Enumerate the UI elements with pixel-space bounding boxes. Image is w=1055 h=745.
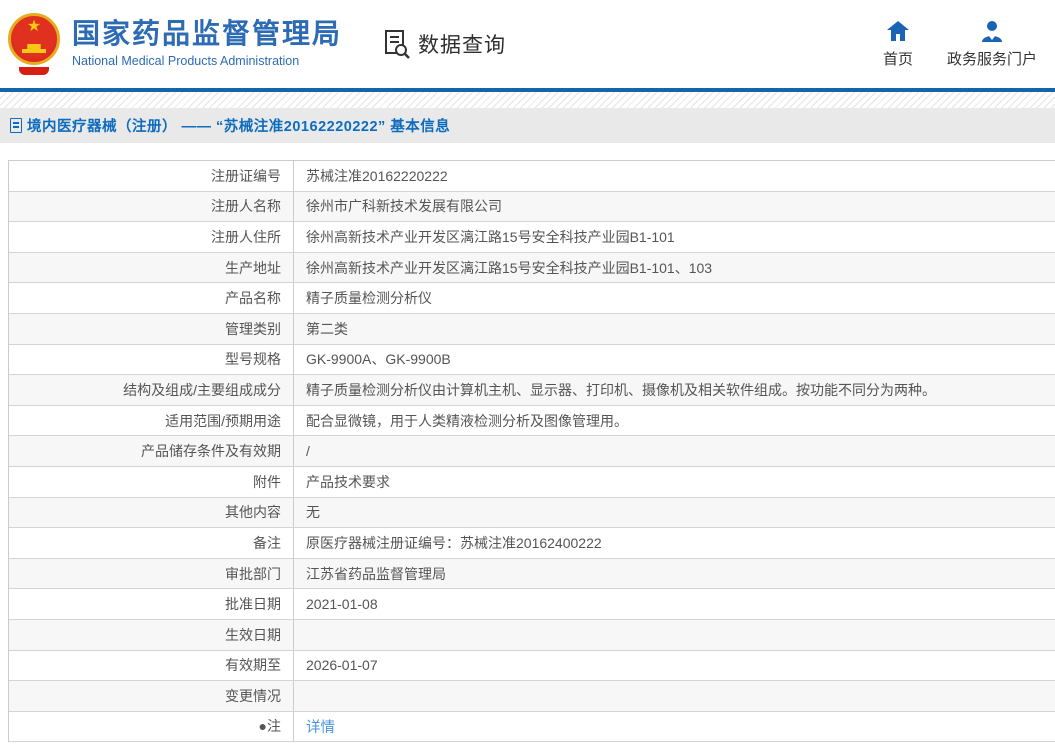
row-value: 2021-01-08 — [306, 596, 378, 613]
row-label: 审批部门 — [9, 558, 294, 589]
detail-link[interactable]: 详情 — [306, 716, 335, 737]
row-value: 原医疗器械注册证编号：苏械注准20162400222 — [306, 534, 602, 551]
breadcrumb: 境内医疗器械（注册） —— “苏械注准20162220222” 基本信息 — [0, 108, 1055, 143]
row-label: 附件 — [9, 466, 294, 497]
table-row: 附件 产品技术要求 — [9, 466, 1055, 498]
row-value — [294, 620, 1055, 650]
row-value: 精子质量检测分析仪由计算机主机、显示器、打印机、摄像机及相关软件组成。按功能不同… — [306, 381, 936, 398]
table-row: 注册人名称 徐州市广科新技术发展有限公司 — [9, 191, 1055, 223]
table-row: 批准日期 2021-01-08 — [9, 589, 1055, 620]
row-label: 有效期至 — [9, 650, 294, 681]
table-row: 管理类别 第二类 — [9, 313, 1055, 345]
row-label: 型号规格 — [9, 344, 294, 375]
nav-gov-portal-label: 政务服务门户 — [946, 50, 1037, 68]
doc-search-icon — [385, 30, 410, 59]
table-row: 其他内容无 — [9, 497, 1055, 529]
table-row: 变更情况 — [9, 681, 1055, 712]
row-label: ●注 — [9, 711, 294, 742]
row-value: 徐州高新技术产业开发区漓江路15号安全科技产业园B1-101、103 — [306, 259, 713, 276]
row-label: 结构及组成/主要组成成分 — [9, 375, 294, 405]
table-row: 审批部门 江苏省药品监督管理局 — [9, 558, 1055, 590]
table-row: 结构及组成/主要组成成分 精子质量检测分析仪由计算机主机、显示器、打印机、摄像机及… — [9, 375, 1055, 406]
row-value: 苏械注准20162220222 — [306, 167, 448, 184]
site-brand: 国家药品监督管理局 National Medical Products Admi… — [72, 18, 342, 70]
site-title-en: National Medical Products Administration — [72, 54, 300, 68]
row-label: 生产地址 — [9, 252, 294, 283]
top-navigation: 首页 政务服务门户 — [883, 20, 1037, 69]
row-value: 详情 — [294, 712, 1055, 742]
row-value: GK-9900A、GK-9900B — [306, 351, 451, 368]
row-label: 管理类别 — [9, 313, 294, 344]
table-row: 备注 原医疗器械注册证编号：苏械注准20162400222 — [9, 528, 1055, 559]
table-row: 注册证编号 苏械注准20162220222 — [9, 161, 1055, 192]
table-row: 产品名称 精子质量检测分析仪 — [9, 283, 1055, 314]
site-header: ★ 国家药品监督管理局 National Medical Products Ad… — [0, 0, 1055, 88]
row-value: 徐州市广科新技术发展有限公司 — [306, 198, 502, 215]
table-row: 生产地址 徐州高新技术产业开发区漓江路15号安全科技产业园B1-101、103 — [9, 252, 1055, 284]
row-value: 产品技术要求 — [306, 473, 390, 490]
row-value: / — [306, 443, 310, 460]
row-label: 产品储存条件及有效期 — [9, 436, 294, 466]
row-label: 注册证编号 — [9, 161, 294, 191]
row-label: 注册人名称 — [9, 191, 294, 222]
row-label: 注册人住所 — [9, 222, 294, 252]
registration-info-table: 注册证编号 苏械注准20162220222 注册人名称 徐州市广科新技术发展有限公司… — [8, 160, 1055, 743]
row-value: 2026-01-07 — [306, 657, 378, 674]
row-label: 批准日期 — [9, 589, 294, 619]
row-value: 精子质量检测分析仪 — [306, 290, 432, 307]
row-label: 备注 — [9, 528, 294, 558]
row-label: 产品名称 — [9, 283, 294, 313]
table-row: ●注 详情 — [9, 711, 1055, 743]
row-label: 生效日期 — [9, 619, 294, 650]
nav-gov-portal[interactable]: 政务服务门户 — [947, 20, 1037, 69]
table-row: 有效期至 2026-01-07 — [9, 650, 1055, 682]
row-label: 适用范围/预期用途 — [9, 405, 294, 436]
table-row: 产品储存条件及有效期 / — [9, 436, 1055, 467]
row-value: 徐州高新技术产业开发区漓江路15号安全科技产业园B1-101 — [306, 228, 675, 245]
data-query-label: 数据查询 — [418, 34, 507, 57]
site-title-cn: 国家药品监督管理局 — [72, 18, 343, 49]
row-value: 第二类 — [306, 320, 348, 337]
breadcrumb-text: 境内医疗器械（注册） —— “苏械注准20162220222” 基本信息 — [27, 119, 451, 135]
home-icon — [886, 20, 909, 41]
table-row: 生效日期 — [9, 619, 1055, 651]
table-row: 适用范围/预期用途 配合显微镜，用于人类精液检测分析及图像管理用。 — [9, 405, 1055, 437]
row-label: 变更情况 — [9, 681, 294, 711]
row-value: 无 — [306, 504, 320, 521]
row-value — [294, 681, 1055, 711]
nav-home[interactable]: 首页 — [883, 20, 913, 69]
row-value: 配合显微镜，用于人类精液检测分析及图像管理用。 — [306, 412, 628, 429]
nav-home-label: 首页 — [882, 50, 913, 68]
breadcrumb-doc-icon — [10, 118, 22, 133]
row-value: 江苏省药品监督管理局 — [306, 565, 446, 582]
user-icon — [981, 20, 1002, 42]
texture-strip — [0, 92, 1055, 108]
data-query-section: 数据查询 — [384, 29, 506, 59]
table-row: 注册人住所 徐州高新技术产业开发区漓江路15号安全科技产业园B1-101 — [9, 222, 1055, 253]
national-emblem-logo: ★ — [8, 13, 60, 75]
row-label: 其他内容 — [9, 497, 294, 528]
table-row: 型号规格 GK-9900A、GK-9900B — [9, 344, 1055, 376]
